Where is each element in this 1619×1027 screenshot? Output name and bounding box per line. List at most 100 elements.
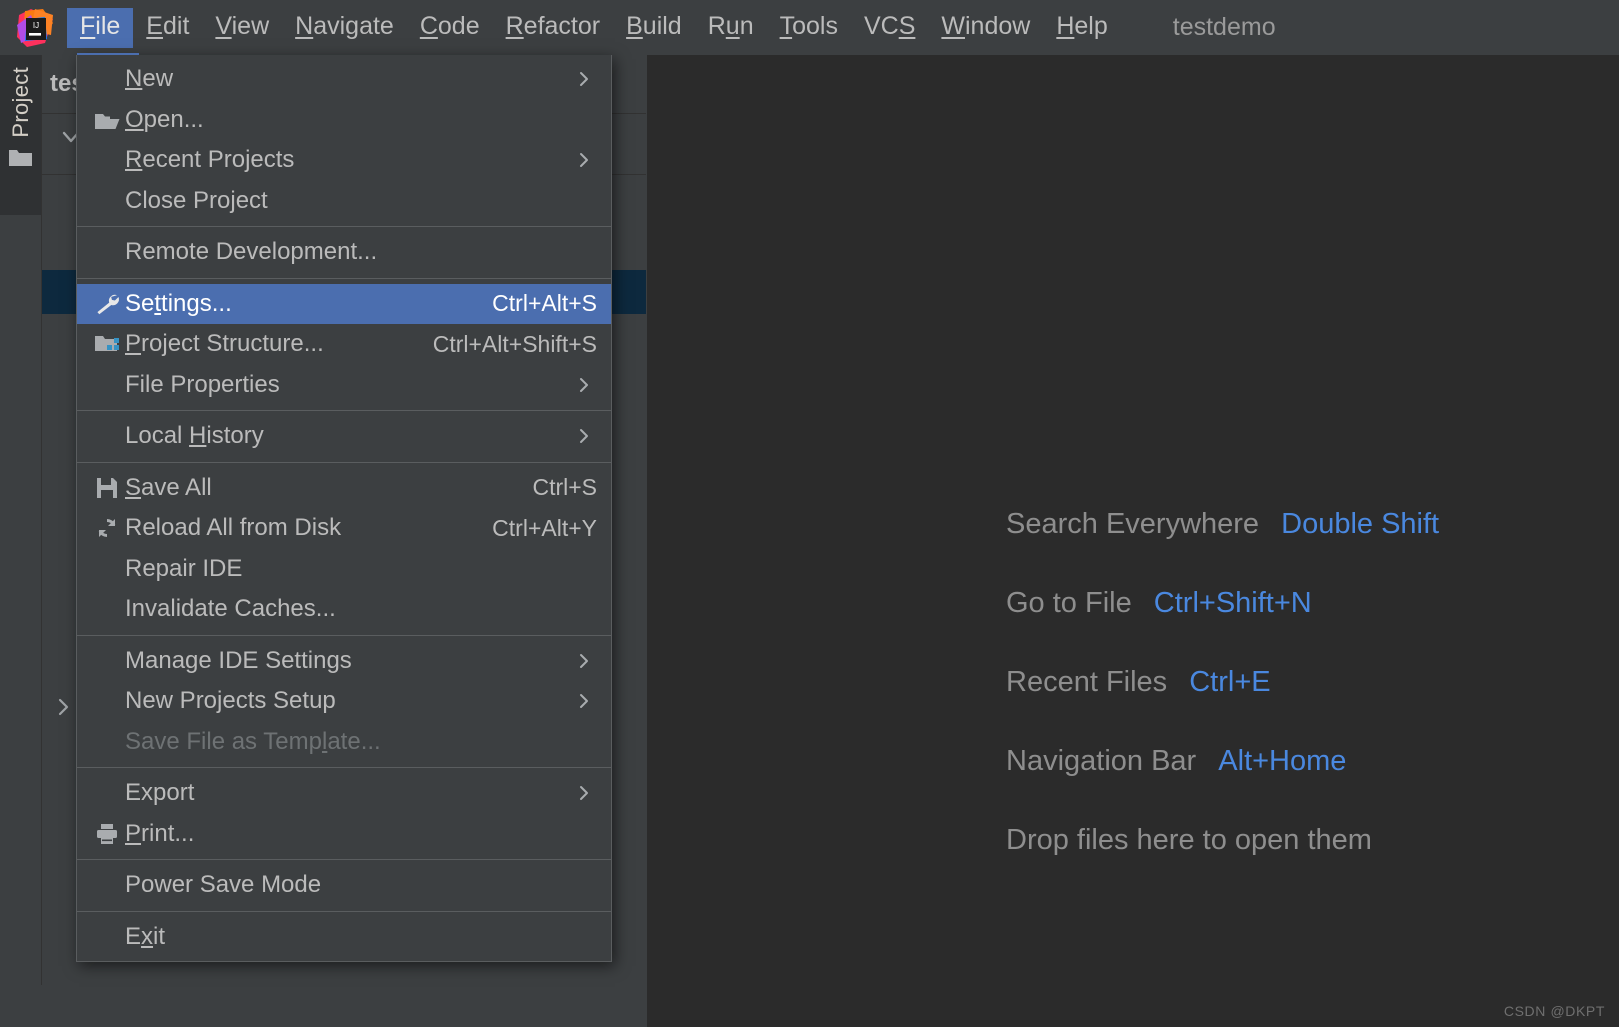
menu-item-label: Open...: [125, 105, 204, 133]
menu-item-local-history[interactable]: Local History: [77, 416, 611, 457]
menu-item-recent-projects[interactable]: Recent Projects: [77, 140, 611, 181]
editor-shortcut-hints: Search Everywhere Double Shift Go to Fil…: [1006, 510, 1606, 905]
menu-item-repair-ide[interactable]: Repair IDE: [77, 549, 611, 590]
menu-item-label: Print...: [125, 819, 195, 847]
menu-separator: [77, 277, 611, 279]
menubar-item-code[interactable]: Code: [407, 8, 493, 48]
menubar-item-file[interactable]: File: [67, 7, 134, 48]
open-folder-icon: [89, 109, 125, 131]
menu-item-open[interactable]: Open...: [77, 100, 611, 141]
intellij-idea-logo-icon: IJ: [13, 6, 57, 50]
chevron-right-icon: [573, 425, 597, 447]
menu-item-label: Local History: [125, 422, 264, 450]
menu-item-print[interactable]: Print...: [77, 814, 611, 855]
hint-shortcut: Alt+Home: [1218, 745, 1347, 777]
folder-icon: [8, 146, 34, 173]
file-menu-dropdown: New Open... Recent Projects Close Projec…: [76, 53, 612, 962]
menu-item-label: Invalidate Caches...: [125, 595, 336, 623]
menu-item-file-properties[interactable]: File Properties: [77, 365, 611, 406]
menu-item-label: Reload All from Disk: [125, 514, 342, 542]
menu-separator: [77, 859, 611, 860]
hint-shortcut: Ctrl+E: [1189, 666, 1271, 698]
menu-bar: IJ File Edit View Navigate Code Refactor…: [0, 0, 1619, 55]
menu-item-reload-all-from-disk[interactable]: Reload All from Disk Ctrl+Alt+Y: [77, 508, 611, 549]
save-icon: [89, 476, 125, 500]
menu-item-shortcut: Ctrl+Alt+Shift+S: [432, 330, 597, 357]
menu-item-remote-development[interactable]: Remote Development...: [77, 232, 611, 273]
menubar-item-vcs[interactable]: VCS: [851, 8, 928, 48]
hint-row-navigation-bar: Navigation Bar Alt+Home: [1006, 747, 1606, 776]
chevron-right-icon: [573, 149, 597, 171]
menu-item-label: Settings...: [125, 289, 232, 317]
printer-icon: [89, 822, 125, 846]
svg-text:IJ: IJ: [33, 21, 39, 30]
menu-item-label: Remote Development...: [125, 238, 378, 266]
menu-item-power-save-mode[interactable]: Power Save Mode: [77, 865, 611, 906]
menu-separator: [77, 226, 611, 227]
menubar-item-tools[interactable]: Tools: [767, 8, 851, 48]
menu-separator: [77, 461, 611, 463]
menu-item-label: Power Save Mode: [125, 871, 322, 899]
project-name-label: testdemo: [1172, 13, 1276, 41]
menubar-item-help[interactable]: Help: [1043, 8, 1120, 48]
menu-item-project-structure[interactable]: Project Structure... Ctrl+Alt+Shift+S: [77, 324, 611, 365]
menu-item-save-all[interactable]: Save All Ctrl+S: [77, 468, 611, 509]
chevron-right-icon: [573, 690, 597, 712]
menu-item-close-project[interactable]: Close Project: [77, 181, 611, 222]
stripe-button-project-label: Project: [7, 67, 33, 138]
hint-row-recent-files: Recent Files Ctrl+E: [1006, 668, 1606, 697]
menu-item-label: Save File as Template...: [125, 727, 381, 755]
menu-item-invalidate-caches[interactable]: Invalidate Caches...: [77, 589, 611, 630]
stripe-button-project[interactable]: Project: [0, 55, 41, 215]
menu-item-label: Exit: [125, 922, 166, 950]
menu-item-label: Recent Projects: [125, 146, 295, 174]
menu-item-shortcut: Ctrl+Alt+S: [492, 290, 597, 317]
hint-shortcut: Double Shift: [1281, 508, 1440, 540]
menubar-item-build[interactable]: Build: [613, 8, 695, 48]
watermark: CSDN @DKPT: [1503, 1003, 1605, 1019]
menubar-item-navigate[interactable]: Navigate: [282, 8, 407, 48]
chevron-right-icon: [573, 68, 597, 90]
menu-item-label: New: [125, 65, 174, 93]
hint-shortcut: Ctrl+Shift+N: [1153, 587, 1312, 619]
menu-item-settings[interactable]: Settings... Ctrl+Alt+S: [77, 283, 611, 324]
hint-label: Navigation Bar: [1006, 745, 1197, 777]
menu-item-shortcut: Ctrl+Alt+Y: [492, 514, 597, 541]
menu-item-label: Manage IDE Settings: [125, 646, 352, 674]
menu-item-label: File Properties: [125, 370, 280, 398]
hint-row-go-to-file: Go to File Ctrl+Shift+N: [1006, 589, 1606, 618]
hint-row-drop-files: Drop files here to open them: [1006, 826, 1606, 855]
menubar-item-window[interactable]: Window: [928, 8, 1043, 48]
menu-item-label: Export: [125, 779, 195, 807]
menu-item-new[interactable]: New: [77, 59, 611, 100]
reload-icon: [89, 516, 125, 540]
menu-item-export[interactable]: Export: [77, 773, 611, 814]
menubar-item-view[interactable]: View: [202, 8, 282, 48]
chevron-right-icon: [573, 782, 597, 804]
menubar-item-run[interactable]: Run: [695, 8, 767, 48]
menu-item-shortcut: Ctrl+S: [532, 474, 597, 501]
menu-item-exit[interactable]: Exit: [77, 917, 611, 958]
hint-label: Drop files here to open them: [1006, 824, 1372, 856]
menu-item-label: Project Structure...: [125, 330, 324, 358]
menu-separator: [77, 910, 611, 912]
editor-empty-area: Search Everywhere Double Shift Go to Fil…: [647, 55, 1619, 1027]
project-structure-icon: [89, 333, 125, 355]
hint-label: Search Everywhere: [1006, 508, 1260, 540]
menu-item-label: Close Project: [125, 186, 268, 214]
wrench-icon: [89, 291, 125, 317]
hint-label: Recent Files: [1006, 666, 1168, 698]
menu-item-label: Repair IDE: [125, 554, 243, 582]
menubar-item-edit[interactable]: Edit: [133, 8, 202, 48]
chevron-right-icon: [573, 650, 597, 672]
menu-item-label: New Projects Setup: [125, 687, 336, 715]
chevron-right-icon: [573, 374, 597, 396]
menubar-item-refactor[interactable]: Refactor: [493, 8, 614, 48]
menu-item-manage-ide-settings[interactable]: Manage IDE Settings: [77, 641, 611, 682]
menu-item-save-file-as-template: Save File as Template...: [77, 722, 611, 763]
menu-separator: [77, 767, 611, 768]
hint-label: Go to File: [1006, 587, 1132, 619]
menu-separator: [77, 634, 611, 636]
menu-item-new-projects-setup[interactable]: New Projects Setup: [77, 681, 611, 722]
hint-row-search-everywhere: Search Everywhere Double Shift: [1006, 510, 1606, 539]
